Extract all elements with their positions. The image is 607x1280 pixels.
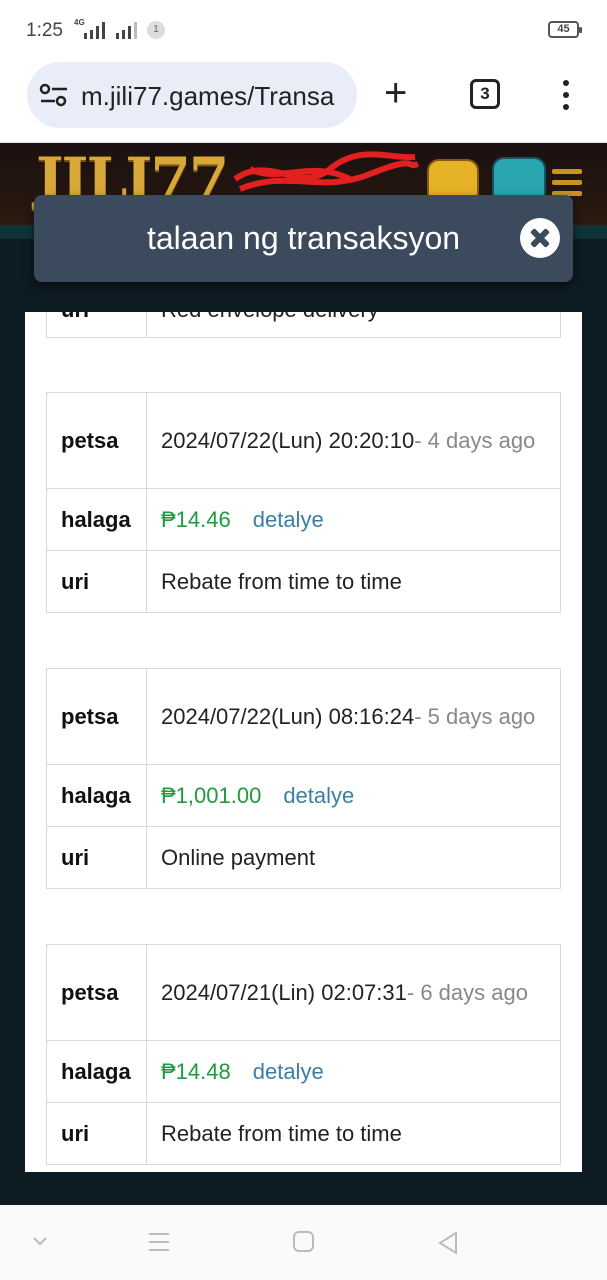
url-text[interactable]: m.jili77.games/Transa — [81, 81, 351, 112]
new-tab-icon[interactable]: + — [384, 73, 407, 113]
type-value: Rebate from time to time — [146, 1102, 561, 1165]
date-text: 2024/07/22(Lun) 20:20:10 — [161, 427, 415, 453]
signal-icon — [84, 22, 105, 39]
relative-time: - 5 days ago — [414, 703, 536, 729]
home-icon[interactable] — [292, 1231, 316, 1253]
amount-label: halaga — [46, 488, 147, 551]
transaction-card: petsa 2024/07/21(Lin) 02:07:31- 6 days a… — [46, 944, 561, 1165]
notification-badge: 1 — [147, 21, 165, 39]
status-bar: 1:25 4G 1 45 — [0, 0, 607, 60]
date-value: 2024/07/22(Lun) 20:20:10- 4 days ago — [146, 392, 561, 489]
amount-cell: ₱14.46 detalye — [146, 488, 561, 551]
modal-title: talaan ng transaksyon — [146, 220, 461, 256]
amount-value: ₱1,001.00 — [161, 782, 262, 808]
relative-time: - 6 days ago — [406, 979, 528, 1005]
signal-icon-2 — [116, 22, 137, 39]
date-label: petsa — [46, 392, 147, 489]
status-time: 1:25 — [26, 20, 63, 41]
date-value: 2024/07/22(Lun) 08:16:24- 5 days ago — [146, 668, 561, 765]
amount-value: ₱14.48 — [161, 1058, 231, 1084]
date-value: 2024/07/21(Lin) 02:07:31- 6 days ago — [146, 944, 561, 1041]
site-settings-icon[interactable] — [39, 82, 69, 108]
address-bar[interactable]: m.jili77.games/Transa — [27, 62, 357, 128]
redaction-scribble — [233, 151, 420, 192]
chevron-down-icon[interactable] — [30, 1231, 50, 1251]
relative-time: - 4 days ago — [414, 427, 536, 453]
tab-switcher-button[interactable]: 3 — [470, 79, 500, 109]
battery-icon: 45 — [548, 21, 582, 38]
modal-header: talaan ng transaksyon — [34, 195, 573, 282]
amount-value: ₱14.46 — [161, 506, 231, 532]
type-label: uri — [46, 1102, 147, 1165]
type-value: Online payment — [146, 826, 561, 889]
detail-link[interactable]: detalye — [253, 507, 324, 532]
type-label: uri — [46, 550, 147, 613]
amount-cell: ₱14.48 detalye — [146, 1040, 561, 1103]
date-text: 2024/07/22(Lun) 08:16:24 — [161, 703, 415, 729]
transaction-card-partial: uri Red envelope delivery — [46, 312, 561, 338]
date-label: petsa — [46, 944, 147, 1041]
amount-label: halaga — [46, 1040, 147, 1103]
type-label: uri — [46, 312, 147, 338]
browser-toolbar: m.jili77.games/Transa + 3 — [0, 60, 607, 143]
type-label: uri — [46, 826, 147, 889]
amount-label: halaga — [46, 764, 147, 827]
recents-icon[interactable] — [147, 1231, 171, 1253]
transaction-card: petsa 2024/07/22(Lun) 20:20:10- 4 days a… — [46, 392, 561, 613]
back-icon[interactable] — [436, 1231, 460, 1255]
transaction-list[interactable]: uri Red envelope delivery petsa 2024/07/… — [25, 312, 582, 1172]
detail-link[interactable]: detalye — [283, 783, 354, 808]
more-menu-icon[interactable] — [560, 80, 572, 116]
amount-cell: ₱1,001.00 detalye — [146, 764, 561, 827]
transaction-card: petsa 2024/07/22(Lun) 08:16:24- 5 days a… — [46, 668, 561, 889]
system-nav-bar — [0, 1205, 607, 1280]
detail-link[interactable]: detalye — [253, 1059, 324, 1084]
date-text: 2024/07/21(Lin) 02:07:31 — [161, 979, 407, 1005]
date-label: petsa — [46, 668, 147, 765]
type-value: Red envelope delivery — [146, 312, 561, 338]
close-icon[interactable] — [520, 218, 560, 258]
type-value: Rebate from time to time — [146, 550, 561, 613]
